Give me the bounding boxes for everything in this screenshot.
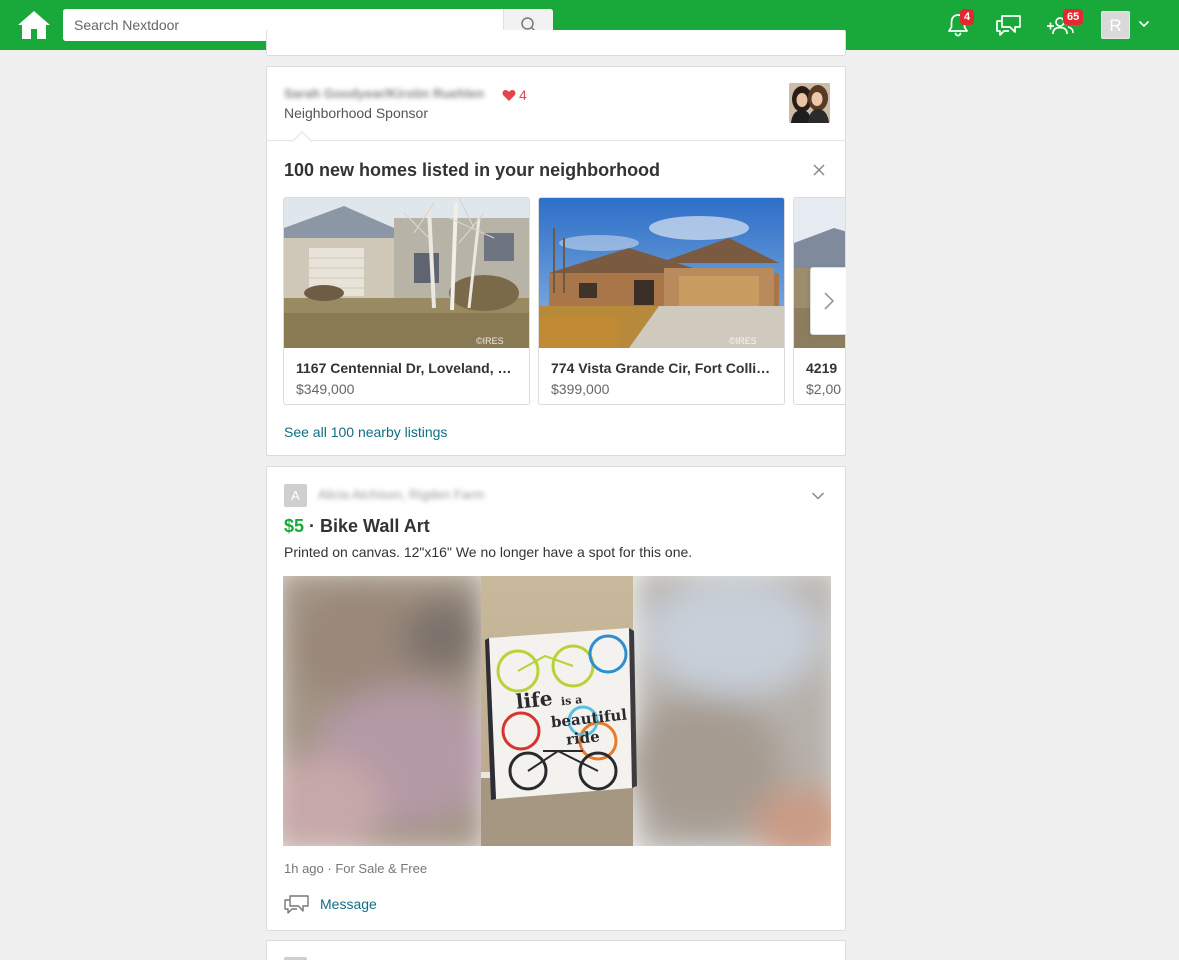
sponsor-avatar[interactable] <box>789 83 830 123</box>
listing-photo: ©IRES <box>539 198 784 348</box>
listing-address: 4219 <box>806 360 838 376</box>
message-chat-icon[interactable] <box>283 893 311 920</box>
sponsor-subtitle: Neighborhood Sponsor <box>284 105 428 121</box>
listing-card[interactable]: ©IRES 774 Vista Grande Cir, Fort Collin.… <box>538 197 785 405</box>
post-options-chevron-down-icon[interactable] <box>811 488 825 506</box>
canvas-text-ride: ride <box>565 727 600 748</box>
post-body: Printed on canvas. 12"x16" We no longer … <box>284 544 693 560</box>
listing-address: 1167 Centennial Dr, Loveland, C... <box>296 360 518 376</box>
hearts-count: 4 <box>519 87 527 103</box>
listing-price: $399,000 <box>551 381 610 397</box>
notifications-count-badge: 4 <box>960 9 975 25</box>
messages-button[interactable] <box>993 9 1025 41</box>
see-all-listings-link[interactable]: See all 100 nearby listings <box>284 424 447 440</box>
neighbors-count-badge: 65 <box>1063 9 1084 25</box>
post-photo[interactable]: life is a beautiful ride <box>283 576 831 846</box>
sponsor-listings-card: Sarah Goodyear/Kirstin Ruehlen 4 Neighbo… <box>266 66 846 456</box>
listing-photo: ©IRES <box>284 198 529 348</box>
listing-price: $349,000 <box>296 381 355 397</box>
carousel-next-button[interactable] <box>810 267 846 335</box>
heart-icon <box>502 89 516 101</box>
previous-feed-card <box>266 30 846 56</box>
close-icon[interactable] <box>810 161 828 179</box>
sponsor-hearts[interactable]: 4 <box>502 87 527 103</box>
canvas-text-life: life <box>515 686 554 714</box>
author-avatar[interactable]: A <box>284 484 307 507</box>
message-button[interactable]: Message <box>320 896 377 912</box>
account-menu-chevron-down-icon[interactable] <box>1138 17 1150 35</box>
listings-title: 100 new homes listed in your neighborhoo… <box>284 160 661 180</box>
canvas-text-is-a: is a <box>560 693 583 708</box>
invite-neighbors-button[interactable]: 65 <box>1044 9 1084 41</box>
chat-bubbles-icon <box>996 15 1021 36</box>
for-sale-post-card: A Alicia Atchison, Rigden Farm $5 · Bike… <box>266 466 846 931</box>
svg-text:©IRES: ©IRES <box>729 336 757 346</box>
sponsor-name[interactable]: Sarah Goodyear/Kirstin Ruehlen <box>284 86 484 101</box>
user-avatar[interactable]: R <box>1101 11 1130 39</box>
svg-text:©IRES: ©IRES <box>476 336 504 346</box>
callout-notch <box>292 131 312 151</box>
listing-address: 774 Vista Grande Cir, Fort Collin... <box>551 360 773 376</box>
divider <box>267 140 845 141</box>
post-title[interactable]: $5 · Bike Wall Art <box>284 516 430 537</box>
title-separator: · <box>304 516 321 536</box>
listings-carousel: ©IRES 1167 Centennial Dr, Loveland, C...… <box>283 197 845 407</box>
post-author[interactable]: Alicia Atchison, Rigden Farm <box>318 487 484 502</box>
notifications-button[interactable]: 4 <box>944 9 975 41</box>
post-title-text: Bike Wall Art <box>320 516 430 536</box>
post-price: $5 <box>284 516 305 536</box>
nextdoor-home-logo-icon[interactable] <box>17 10 51 40</box>
post-meta: 1h ago · For Sale & Free <box>284 861 428 876</box>
listing-card[interactable]: ©IRES 1167 Centennial Dr, Loveland, C...… <box>283 197 530 405</box>
listing-price: $2,00 <box>806 381 842 397</box>
next-feed-card <box>266 940 846 960</box>
chevron-right-icon <box>823 292 834 310</box>
